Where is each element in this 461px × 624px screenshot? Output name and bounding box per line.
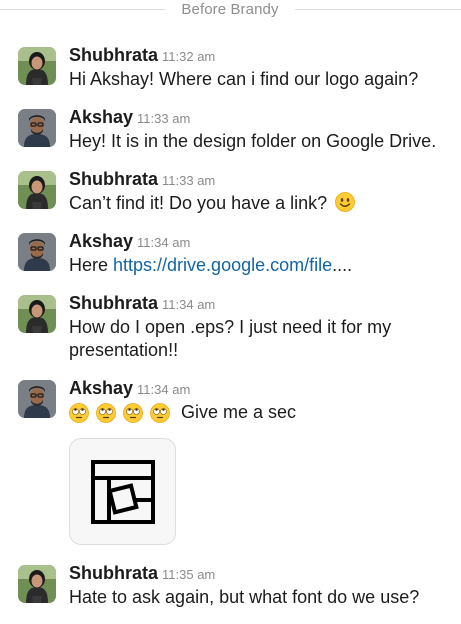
message-text-row: Give me a sec <box>69 401 449 424</box>
sender-name[interactable]: Akshay <box>69 378 133 398</box>
shubhrata-avatar[interactable] <box>18 47 56 85</box>
divider-line-left <box>0 9 165 10</box>
message-text: Give me a sec <box>181 402 297 422</box>
timestamp[interactable]: 11:35 am <box>162 567 215 582</box>
message-text-row: Can’t find it! Do you have a link? <box>69 192 449 215</box>
divider-line-right <box>295 9 461 10</box>
message-text: Hate to ask again, but what font do we u… <box>69 587 420 607</box>
date-divider: Before Brandy <box>0 0 461 20</box>
message-header: Akshay 11:33 am <box>69 107 190 128</box>
logo-file-thumbnail[interactable] <box>69 438 176 545</box>
drive-link[interactable]: https://drive.google.com/file <box>113 255 332 275</box>
message-text: Can’t find it! Do you have a link? <box>69 193 328 213</box>
shubhrata-avatar[interactable] <box>18 171 56 209</box>
sender-name[interactable]: Shubhrata <box>69 169 158 189</box>
face-with-rolling-eyes-icon <box>96 402 116 423</box>
timestamp[interactable]: 11:33 am <box>162 173 215 188</box>
sender-name[interactable]: Akshay <box>69 107 133 127</box>
shubhrata-avatar[interactable] <box>18 565 56 603</box>
message-text: Hi Akshay! Where can i find our logo aga… <box>69 69 419 89</box>
slightly-smiling-face-icon <box>335 192 356 212</box>
timestamp[interactable]: 11:33 am <box>137 111 190 126</box>
sender-name[interactable]: Shubhrata <box>69 563 158 583</box>
message-header: Shubhrata 11:32 am <box>69 45 215 66</box>
akshay-avatar[interactable] <box>18 109 56 147</box>
timestamp[interactable]: 11:32 am <box>162 49 215 64</box>
message-text-suffix: .... <box>332 255 353 275</box>
message-header: Shubhrata 11:33 am <box>69 169 215 190</box>
message-header: Akshay 11:34 am <box>69 378 190 399</box>
message-header: Shubhrata 11:34 am <box>69 293 215 314</box>
sender-name[interactable]: Shubhrata <box>69 293 158 313</box>
logo-icon <box>91 460 155 524</box>
message-text-prefix: Here <box>69 255 114 275</box>
timestamp[interactable]: 11:34 am <box>137 382 190 397</box>
message-header: Shubhrata 11:35 am <box>69 563 215 584</box>
message-header: Akshay 11:34 am <box>69 231 190 252</box>
divider-label: Before Brandy <box>181 1 279 18</box>
timestamp[interactable]: 11:34 am <box>162 297 215 312</box>
akshay-avatar[interactable] <box>18 380 56 418</box>
message-text-row: Here https://drive.google.com/file.... <box>69 254 449 277</box>
message-text: Hey! It is in the design folder on Googl… <box>69 131 437 151</box>
timestamp[interactable]: 11:34 am <box>137 235 190 250</box>
face-with-rolling-eyes-icon <box>150 402 170 423</box>
face-with-rolling-eyes-icon <box>69 402 89 423</box>
sender-name[interactable]: Akshay <box>69 231 133 251</box>
message-text: How do I open .eps? I just need it for m… <box>69 317 392 360</box>
shubhrata-avatar[interactable] <box>18 295 56 333</box>
akshay-avatar[interactable] <box>18 233 56 271</box>
face-with-rolling-eyes-icon <box>123 402 143 423</box>
sender-name[interactable]: Shubhrata <box>69 45 158 65</box>
